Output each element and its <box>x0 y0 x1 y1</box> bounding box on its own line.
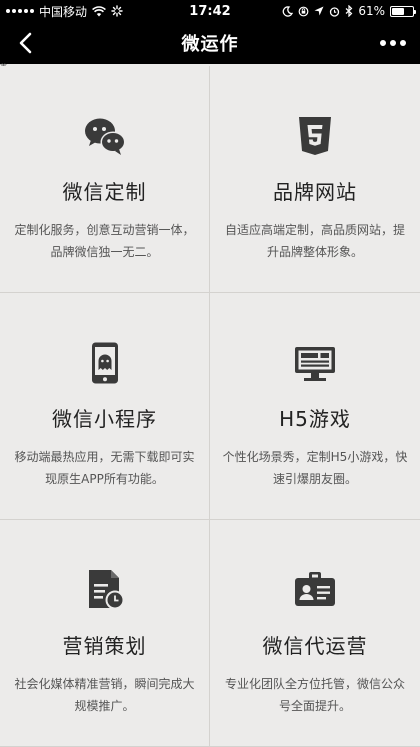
html5-icon <box>291 112 339 160</box>
service-card-operation[interactable]: 微信代运营 专业化团队全方位托管，微信公众号全面提升。 <box>210 520 420 747</box>
service-description: 个性化场景秀，定制H5小游戏，快速引爆朋友圈。 <box>222 450 408 486</box>
service-card-h5-game[interactable]: H5游戏 个性化场景秀，定制H5小游戏，快速引爆朋友圈。 <box>210 293 420 520</box>
alarm-icon <box>330 6 340 17</box>
mobile-app-icon <box>81 339 129 387</box>
back-button[interactable] <box>10 28 40 58</box>
document-clock-icon <box>81 566 129 614</box>
more-dot-icon <box>400 40 406 46</box>
service-description: 专业化团队全方位托管，微信公众号全面提升。 <box>224 677 405 713</box>
status-left: 中国移动 <box>6 3 123 20</box>
service-description: 社会化媒体精准营销，瞬间完成大规模推广。 <box>14 677 195 713</box>
service-description: 定制化服务，创意互动营销一体，品牌微信独一无二。 <box>14 223 195 259</box>
services-grid: 微信定制 定制化服务，创意互动营销一体，品牌微信独一无二。 品牌网站 自适应高端… <box>0 66 420 747</box>
service-title: 营销策划 <box>62 634 147 658</box>
battery-icon <box>390 5 416 17</box>
battery-level <box>392 7 405 15</box>
wifi-icon <box>92 5 106 16</box>
more-dot-icon <box>390 40 396 46</box>
location-icon <box>314 6 324 16</box>
more-button[interactable] <box>376 30 410 56</box>
service-title: H5游戏 <box>279 407 351 431</box>
page-title: 微运作 <box>181 34 239 55</box>
service-title: 微信代运营 <box>262 634 368 658</box>
service-description: 自适应高端定制，高品质网站，提升品牌整体形象。 <box>224 223 405 259</box>
signal-icon <box>6 9 34 13</box>
chevron-left-icon <box>19 32 32 54</box>
service-title: 微信定制 <box>62 180 147 204</box>
moon-icon <box>282 5 294 17</box>
id-card-icon <box>291 566 339 614</box>
status-bar: 中国移动 17:42 61% <box>0 0 420 22</box>
more-dot-icon <box>380 40 386 46</box>
bluetooth-icon <box>345 5 353 17</box>
carrier-label: 中国移动 <box>39 4 88 19</box>
service-card-mini-program[interactable]: 微信小程序 移动端最热应用，无需下载即可实现原生APP所有功能。 <box>0 293 210 520</box>
nav-bar: 微运作 <box>0 22 420 64</box>
battery-percent: 61% <box>358 4 385 18</box>
rotation-lock-icon <box>298 6 309 16</box>
service-title: 微信小程序 <box>52 407 157 431</box>
monitor-icon <box>291 339 339 387</box>
loading-icon <box>111 5 123 17</box>
service-card-marketing[interactable]: 营销策划 社会化媒体精准营销，瞬间完成大规模推广。 <box>0 520 210 747</box>
service-description: 移动端最热应用，无需下载即可实现原生APP所有功能。 <box>14 450 195 486</box>
service-title: 品牌网站 <box>273 180 357 204</box>
service-card-wechat-custom[interactable]: 微信定制 定制化服务，创意互动营销一体，品牌微信独一无二。 <box>0 66 210 293</box>
wechat-icon <box>81 112 129 160</box>
service-card-brand-website[interactable]: 品牌网站 自适应高端定制，高品质网站，提升品牌整体形象。 <box>210 66 420 293</box>
status-right: 61% <box>282 4 416 18</box>
